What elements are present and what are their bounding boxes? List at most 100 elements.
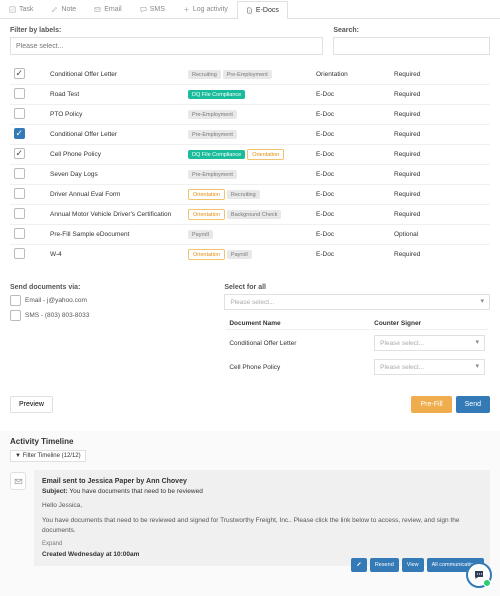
timeline-title: Activity Timeline xyxy=(10,437,490,446)
tab-label: Note xyxy=(61,6,76,13)
chat-bubble-icon xyxy=(466,562,492,588)
timeline-filter-button[interactable]: ▼ Filter Timeline (12/12) xyxy=(10,450,86,462)
select-all-value: Please select... xyxy=(224,294,490,310)
checkbox-icon xyxy=(10,310,21,321)
doc-name: Road Test xyxy=(46,85,184,105)
send-email-label: Email - j@yahoo.com xyxy=(25,297,87,304)
edit-button[interactable] xyxy=(351,558,367,572)
cs-dropdown[interactable]: Please select... xyxy=(374,359,485,375)
send-email-option[interactable]: Email - j@yahoo.com xyxy=(10,295,214,306)
timeline-card: Email sent to Jessica Paper by Ann Chove… xyxy=(34,470,490,566)
chat-widget[interactable] xyxy=(466,562,492,588)
tab-note[interactable]: Note xyxy=(42,0,85,18)
send-button[interactable]: Send xyxy=(456,396,490,413)
row-checkbox[interactable] xyxy=(14,188,25,199)
row-checkbox[interactable] xyxy=(14,208,25,219)
cs-dropdown-value: Please select... xyxy=(374,335,485,351)
doc-labels: RecruitingPre-Employment xyxy=(184,65,312,85)
doc-required: Required xyxy=(390,145,490,165)
prefill-button[interactable]: Pre-Fill xyxy=(411,396,451,413)
col-doc-name: Document Name xyxy=(226,318,369,330)
expand-button[interactable]: Expand xyxy=(42,541,482,547)
envelope-icon xyxy=(10,472,26,490)
doc-name: Pre-Fill Sample eDocument xyxy=(46,225,184,245)
send-sms-option[interactable]: SMS - (803) 803-8033 xyxy=(10,310,214,321)
row-checkbox[interactable] xyxy=(14,248,25,259)
resend-button[interactable]: Resend xyxy=(370,558,399,572)
doc-name: PTO Policy xyxy=(46,105,184,125)
cs-row: Cell Phone PolicyPlease select... xyxy=(226,356,488,378)
tab-task[interactable]: Task xyxy=(0,0,42,18)
doc-required: Required xyxy=(390,65,490,85)
row-checkbox[interactable] xyxy=(14,128,25,139)
doc-labels: DQ File ComplianceOrientation xyxy=(184,145,312,165)
tab-label: Log activity xyxy=(193,6,228,13)
doc-name: Annual Motor Vehicle Driver's Certificat… xyxy=(46,205,184,225)
row-checkbox[interactable] xyxy=(14,168,25,179)
view-button[interactable]: View xyxy=(402,558,424,572)
row-checkbox[interactable] xyxy=(14,108,25,119)
doc-name: Driver Annual Eval Form xyxy=(46,185,184,205)
search-input[interactable] xyxy=(333,37,490,55)
doc-labels: OrientationPayroll xyxy=(184,245,312,265)
cs-dropdown[interactable]: Please select... xyxy=(374,335,485,351)
label-pill: Pre-Employment xyxy=(188,170,237,179)
doc-labels: OrientationRecruiting xyxy=(184,185,312,205)
filter-label: Filter by labels: xyxy=(10,27,323,34)
send-via-label: Send documents via: xyxy=(10,284,214,291)
timeline-item-actions: Resend View All communications xyxy=(351,558,484,572)
table-row: Driver Annual Eval FormOrientationRecrui… xyxy=(10,185,490,205)
tab-log-activity[interactable]: Log activity xyxy=(174,0,237,18)
row-checkbox[interactable] xyxy=(14,228,25,239)
send-section: Send documents via: Email - j@yahoo.com … xyxy=(10,284,490,380)
label-pill: Payroll xyxy=(188,230,213,239)
email-body: You have documents that need to be revie… xyxy=(42,516,482,536)
doc-type: E-Doc xyxy=(312,225,390,245)
table-row: PTO PolicyPre-EmploymentE-DocRequired xyxy=(10,105,490,125)
table-row: Road TestDQ File ComplianceE-DocRequired xyxy=(10,85,490,105)
doc-name: Conditional Offer Letter xyxy=(46,65,184,85)
checkbox-icon xyxy=(10,295,21,306)
tab-sms[interactable]: SMS xyxy=(131,0,174,18)
select-all-dropdown[interactable]: Please select... xyxy=(224,294,490,310)
timeline-item-title: Email sent to Jessica Paper by Ann Chove… xyxy=(42,478,187,485)
timeline-item-icon xyxy=(10,470,26,566)
label-pill: DQ File Compliance xyxy=(188,90,245,99)
doc-name: Seven Day Logs xyxy=(46,165,184,185)
subject-label: Subject: xyxy=(42,488,68,495)
cs-row: Conditional Offer Letter Please select... xyxy=(226,332,488,354)
documents-table: Conditional Offer LetterRecruitingPre-Em… xyxy=(10,65,490,264)
table-row: Pre-Fill Sample eDocumentPayrollE-DocOpt… xyxy=(10,225,490,245)
doc-type: E-Doc xyxy=(312,165,390,185)
tab-edocs[interactable]: E-Docs xyxy=(237,1,288,19)
tab-label: Email xyxy=(104,6,122,13)
doc-type: E-Doc xyxy=(312,145,390,165)
doc-type: E-Doc xyxy=(312,85,390,105)
table-row: Annual Motor Vehicle Driver's Certificat… xyxy=(10,205,490,225)
preview-button[interactable]: Preview xyxy=(10,396,53,413)
doc-type: E-Doc xyxy=(312,105,390,125)
row-checkbox[interactable] xyxy=(14,148,25,159)
counter-signer-table: Document Name Counter Signer Conditional… xyxy=(224,316,490,380)
doc-name: W-4 xyxy=(46,245,184,265)
table-row: Seven Day LogsPre-EmploymentE-DocRequire… xyxy=(10,165,490,185)
doc-type: E-Doc xyxy=(312,205,390,225)
action-bar: Preview Pre-Fill Send xyxy=(10,396,490,413)
row-checkbox[interactable] xyxy=(14,88,25,99)
label-pill: Pre-Employment xyxy=(223,70,272,79)
row-checkbox[interactable] xyxy=(14,68,25,79)
pencil-icon xyxy=(356,561,362,567)
col-counter-signer: Counter Signer xyxy=(371,318,488,330)
label-pill: Orientation xyxy=(247,149,284,160)
created-timestamp: Created Wednesday at 10:00am xyxy=(42,551,482,558)
tab-label: Task xyxy=(19,6,33,13)
label-pill: Recruiting xyxy=(227,190,260,199)
label-pill: Background Check xyxy=(227,210,281,219)
select-all-label: Select for all xyxy=(224,284,490,291)
cs-doc-name: Conditional Offer Letter xyxy=(226,332,369,354)
search-label: Search: xyxy=(333,27,490,34)
tab-email[interactable]: Email xyxy=(85,0,131,18)
filter-input[interactable] xyxy=(10,37,323,55)
doc-labels: OrientationBackground Check xyxy=(184,205,312,225)
doc-required: Required xyxy=(390,105,490,125)
